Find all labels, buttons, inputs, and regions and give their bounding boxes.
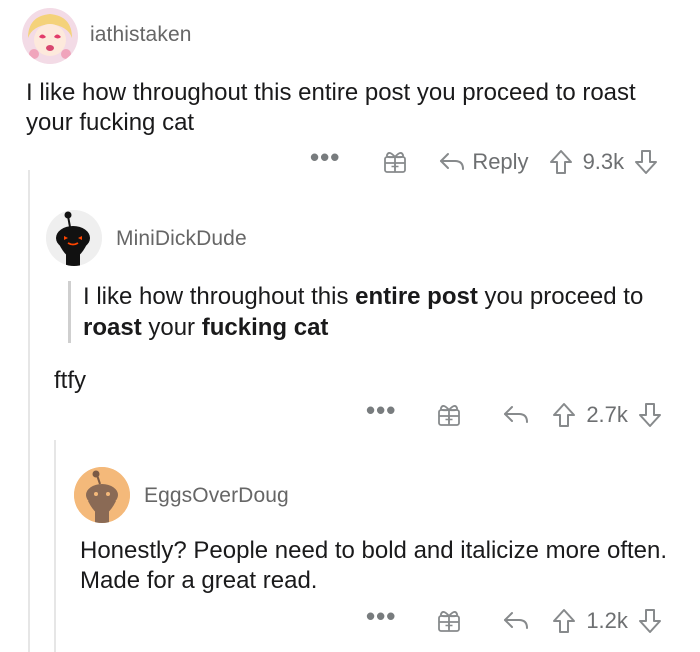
award-icon[interactable] xyxy=(436,402,462,428)
quote-text: your xyxy=(141,314,202,341)
more-icon[interactable]: ••• xyxy=(366,603,396,631)
quote-text: you proceed to xyxy=(477,283,644,310)
quote-bold-text: fucking cat xyxy=(201,314,329,341)
more-icon[interactable]: ••• xyxy=(310,144,340,172)
reply-icon xyxy=(440,153,465,170)
upvote-icon[interactable] xyxy=(549,149,573,175)
comment-body: ftfy xyxy=(54,367,87,394)
comment-actions: ••• 2.7k xyxy=(366,397,662,432)
quote-text: I like how throughout this xyxy=(83,283,356,310)
avatar[interactable] xyxy=(22,8,78,64)
comment-actions: ••• Reply 9.3k xyxy=(310,144,658,179)
quote-bold-text: roast xyxy=(83,314,142,341)
comment-body: Honestly? People need to bold and italic… xyxy=(80,537,668,594)
comment-body: I like how throughout this entire post y… xyxy=(26,79,636,136)
reply-button[interactable]: Reply xyxy=(438,149,529,175)
username[interactable]: MiniDickDude xyxy=(116,227,247,251)
quote-block: I like how throughout this entire post y… xyxy=(68,281,678,343)
reply-label: Reply xyxy=(472,149,529,174)
award-icon[interactable] xyxy=(436,608,462,634)
downvote-icon[interactable] xyxy=(638,608,662,634)
avatar[interactable] xyxy=(74,467,130,523)
vote-score: 9.3k xyxy=(582,149,625,174)
vote-score: 2.7k xyxy=(586,402,628,427)
downvote-icon[interactable] xyxy=(638,402,662,428)
username[interactable]: EggsOverDoug xyxy=(144,484,289,508)
award-icon[interactable] xyxy=(382,149,408,175)
upvote-icon[interactable] xyxy=(552,608,576,634)
reply-icon[interactable] xyxy=(502,610,530,632)
reply-icon[interactable] xyxy=(502,404,530,426)
thread-line[interactable] xyxy=(28,170,30,652)
downvote-icon[interactable] xyxy=(634,149,658,175)
username[interactable]: iathistaken xyxy=(90,23,192,47)
vote-score: 1.2k xyxy=(586,608,628,633)
more-icon[interactable]: ••• xyxy=(366,397,396,425)
upvote-icon[interactable] xyxy=(552,402,576,428)
thread-line[interactable] xyxy=(54,440,56,652)
comment-actions: ••• 1.2k xyxy=(366,603,662,638)
quote-bold-text: entire post xyxy=(355,283,478,310)
avatar[interactable] xyxy=(46,210,102,266)
